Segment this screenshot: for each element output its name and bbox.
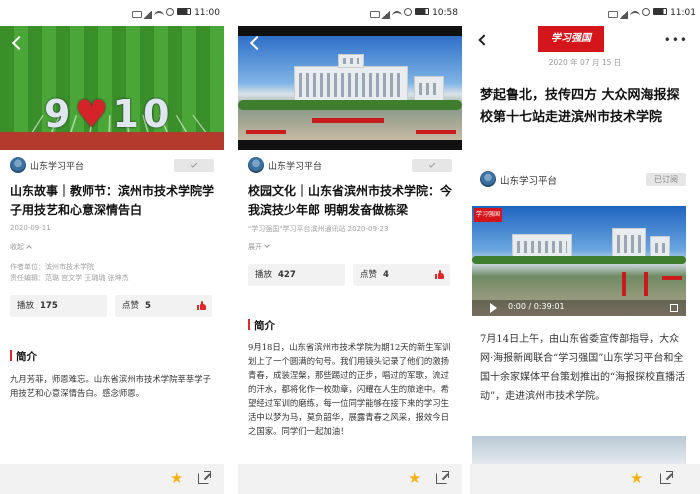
star-icon[interactable]: ★ xyxy=(630,470,643,486)
publisher-name: 山东学习平台 xyxy=(268,162,323,172)
alarm-icon xyxy=(404,8,413,16)
subscribe-button[interactable] xyxy=(412,159,452,172)
article-title: 校园文化｜山东省滨州市技术学院：今我滨技少年郎 明朝发奋做栋梁 xyxy=(248,184,453,217)
publisher-row: 山东学习平台 已订阅 xyxy=(480,171,690,189)
next-image xyxy=(472,436,686,466)
avatar xyxy=(248,157,264,173)
editor-line: 责任编辑：范璐 宫文学 王璐璐 张坤杰 xyxy=(10,274,129,282)
intro-heading: 简介 xyxy=(10,349,37,364)
signal-icons xyxy=(608,11,640,20)
battery-icon xyxy=(653,8,668,15)
article-title: 山东故事｜教师节：滨州市技术学院学子用技艺和心意深情告白 xyxy=(10,184,215,217)
back-icon[interactable] xyxy=(478,34,490,46)
check-icon xyxy=(428,161,436,168)
bottom-bar: ★ xyxy=(470,464,700,494)
bottom-bar: ★ xyxy=(0,464,224,494)
publisher-name: 山东学习平台 xyxy=(30,162,85,172)
article-screen-2: 10:58 山东学习平台 校园文化｜山东省滨州市技术学院：今我滨技少年郎 明朝发… xyxy=(238,0,462,494)
avatar xyxy=(10,157,26,173)
publisher-row: 山东学习平台 xyxy=(10,157,214,175)
article-date: 2020-09-11 xyxy=(10,224,51,232)
top-bar: 学习强国 ••• xyxy=(470,26,700,56)
video-time: 0:00 / 0:39:01 xyxy=(508,302,565,311)
check-icon xyxy=(190,161,198,168)
subscribe-button[interactable]: 已订阅 xyxy=(646,173,686,186)
clock: 10:58 xyxy=(432,8,458,18)
thumb-up-icon xyxy=(197,301,206,310)
share-icon[interactable] xyxy=(436,471,449,484)
status-bar: 11:00 xyxy=(0,0,224,28)
source-date: "学习强国"学习平台滨州通讯站 2020-09-23 xyxy=(248,225,389,233)
fullscreen-icon[interactable] xyxy=(670,304,678,312)
status-bar: 11:01 xyxy=(470,0,700,28)
student-formation: 9♥10 xyxy=(44,92,174,136)
author-unit: 作者单位：滨州市技术学院 xyxy=(10,263,94,271)
subscribe-button[interactable] xyxy=(174,159,214,172)
alarm-icon xyxy=(642,8,651,16)
xuexi-logo: 学习强国 xyxy=(538,26,604,52)
like-button[interactable]: 点赞 5 xyxy=(115,295,212,317)
publisher-row: 山东学习平台 xyxy=(248,157,452,175)
article-screen-1: 11:00 9♥10 山东学习平台 山东故事｜教师节：滨州市技术学院学子用技艺和… xyxy=(0,0,224,494)
publisher-name: 山东学习平台 xyxy=(500,176,558,187)
more-icon[interactable]: ••• xyxy=(664,34,688,46)
avatar xyxy=(480,171,496,187)
intro-text: 9月18日，山东省滨州市技术学院为期12天的新生军训划上了一个圆满的句号。我们用… xyxy=(248,342,451,436)
hero-video-field[interactable]: 9♥10 xyxy=(0,26,224,150)
intro-heading: 简介 xyxy=(248,318,275,333)
signal-icons xyxy=(370,11,402,20)
share-icon[interactable] xyxy=(660,471,673,484)
expand-toggle[interactable]: 展开 xyxy=(248,242,270,252)
back-icon[interactable] xyxy=(11,35,27,51)
bottom-bar: ★ xyxy=(238,464,462,494)
article-body: 7月14日上午，由山东省委宣传部指导，大众网·海报新闻联合“学习强国”山东学习平… xyxy=(480,334,686,402)
hero-video-campus[interactable] xyxy=(238,26,462,150)
article-date: 2020 年 07 月 15 日 xyxy=(548,58,622,67)
like-button[interactable]: 点赞 4 xyxy=(353,264,450,286)
star-icon[interactable]: ★ xyxy=(170,470,183,486)
intro-text: 九月芳菲，师恩难忘。山东省滨州市技术学院莘莘学子用技艺和心意深情告白。感念师恩。 xyxy=(10,374,211,398)
battery-icon xyxy=(177,8,192,15)
play-count: 播放 175 xyxy=(10,295,107,317)
play-count: 播放 427 xyxy=(248,264,345,286)
clock: 11:01 xyxy=(670,8,696,18)
video-player[interactable]: 学习强国 0:00 / 0:39:01 xyxy=(472,206,686,316)
video-controls: 0:00 / 0:39:01 xyxy=(472,300,686,316)
collapse-toggle[interactable]: 收起 xyxy=(10,242,32,252)
status-bar: 10:58 xyxy=(238,0,462,28)
star-icon[interactable]: ★ xyxy=(408,470,421,486)
thumb-up-icon xyxy=(435,270,444,279)
play-icon[interactable] xyxy=(490,303,497,313)
video-logo: 学习强国 xyxy=(474,208,502,222)
article-screen-3: 11:01 学习强国 ••• 2020 年 07 月 15 日 梦起鲁北，技传四… xyxy=(470,0,700,494)
alarm-icon xyxy=(166,8,175,16)
battery-icon xyxy=(415,8,430,15)
article-title: 梦起鲁北，技传四方 大众网海报探校第十七站走进滨州市技术学院 xyxy=(480,88,680,125)
signal-icons xyxy=(132,11,164,20)
share-icon[interactable] xyxy=(198,471,211,484)
clock: 11:00 xyxy=(194,8,220,18)
